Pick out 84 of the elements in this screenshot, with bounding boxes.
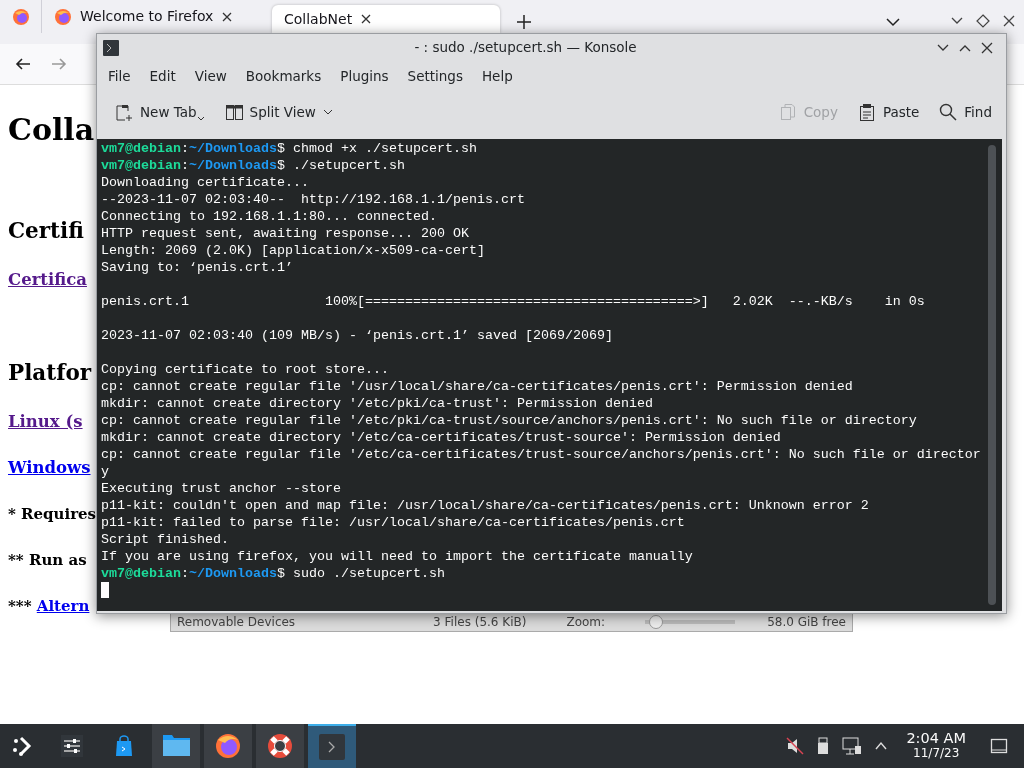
terminal-line: vm7@debian:~/Downloads$ chmod +x ./setupcert.sh xyxy=(101,140,478,158)
terminal-line: --2023-11-07 02:03:40-- http://192.168.1.1/penis.crt xyxy=(101,191,526,209)
terminal-icon xyxy=(319,734,345,760)
section-heading: Certifi xyxy=(8,217,84,245)
menu-item[interactable]: Edit xyxy=(140,64,186,89)
terminal-line: Copying certificate to root store... xyxy=(101,361,390,379)
page-heading: Colla xyxy=(8,111,95,149)
terminal-icon xyxy=(103,39,119,56)
clipboard-icon xyxy=(857,102,877,122)
zoom-label: Zoom: xyxy=(566,615,606,629)
firefox-icon xyxy=(214,732,242,760)
browser-tab[interactable]: CollabNet xyxy=(272,5,500,33)
taskbar-button[interactable] xyxy=(256,724,304,768)
lifebuoy-icon xyxy=(266,732,294,760)
terminal-line: vm7@debian:~/Downloads$ sudo ./setupcert.sh xyxy=(101,565,446,583)
alternate-link[interactable]: Altern xyxy=(36,597,90,615)
terminal-line: penis.crt.1 100%[=========================================>] 2.02K --.-KB/s in 0s xyxy=(101,293,926,311)
search-icon xyxy=(939,102,959,122)
download-link[interactable]: Windows xyxy=(8,458,91,477)
footnote-marker: *** xyxy=(8,597,32,615)
toolbar-button[interactable]: New Tab xyxy=(109,98,211,127)
terminal-area[interactable] xyxy=(97,139,1002,611)
menu-item[interactable]: Bookmarks xyxy=(236,64,332,89)
settings-icon xyxy=(61,735,83,757)
download-link[interactable]: Certifica xyxy=(8,270,87,289)
terminal-line: Downloading certificate... xyxy=(101,174,310,192)
window-title: - : sudo ./setupcert.sh — Konsole xyxy=(413,38,638,58)
firefox-icon xyxy=(11,7,30,26)
terminal-line: HTTP request sent, awaiting response... 200 OK xyxy=(101,225,470,243)
terminal-line: p11-kit: failed to parse file: /usr/local/share/ca-certificates/penis.crt xyxy=(101,514,686,532)
menu-item[interactable]: Plugins xyxy=(331,64,399,89)
network-icon[interactable] xyxy=(842,737,863,755)
muted-speaker-icon[interactable] xyxy=(786,737,805,755)
free-space: 58.0 GiB free xyxy=(767,615,846,629)
taskbar-button[interactable] xyxy=(204,724,252,768)
new-tab-icon xyxy=(115,102,134,122)
terminal-line: 2023-11-07 02:03:40 (109 MB/s) - ‘penis.crt.1’ saved [2069/2069] xyxy=(101,327,614,345)
menu-item[interactable]: Settings xyxy=(398,64,473,89)
close-icon[interactable] xyxy=(360,13,373,25)
launcher-icon xyxy=(11,735,33,757)
terminal-line: If you are using firefox, you will need to import the certificate manually xyxy=(101,548,694,566)
menu-item[interactable]: File xyxy=(99,64,141,89)
show-desktop-icon[interactable] xyxy=(990,737,1008,755)
footnote: ** Run as xyxy=(8,550,87,571)
menu-item[interactable]: View xyxy=(185,64,237,89)
text-cursor xyxy=(101,582,109,599)
terminal-line: y xyxy=(101,463,110,481)
maximize-icon[interactable] xyxy=(976,14,990,28)
toolbar-button[interactable]: Paste xyxy=(851,98,926,127)
toolbar-button[interactable]: Find xyxy=(933,98,998,127)
clock-time[interactable]: 2:04 AM xyxy=(906,731,966,746)
terminal-line: Script finished. xyxy=(101,531,230,549)
download-link[interactable]: Linux (s xyxy=(8,412,83,431)
toolbar-button[interactable]: Split View xyxy=(218,98,340,127)
terminal-line: cp: cannot create regular file '/etc/ca-certificates/trust-source/anchors/penis.crt': No such file or director xyxy=(101,446,982,464)
usb-drive-icon[interactable] xyxy=(816,737,831,755)
terminal-line: p11-kit: couldn't open and map file: /usr/local/share/ca-certificates/penis.crt: Unknown error 2 xyxy=(101,497,870,515)
close-icon[interactable] xyxy=(980,40,994,55)
terminal-line: mkdir: cannot create directory '/etc/pki/ca-trust': Permission denied xyxy=(101,395,654,413)
terminal-line: Length: 2069 (2.0K) [application/x-x509-ca-cert] xyxy=(101,242,486,260)
close-icon[interactable] xyxy=(1002,14,1016,28)
menu-item[interactable]: Help xyxy=(472,64,523,89)
new-tab-icon[interactable] xyxy=(516,14,532,30)
location-label: Removable Devices xyxy=(177,615,296,629)
copy-icon xyxy=(778,102,798,122)
terminal-line: Executing trust anchor --store xyxy=(101,480,342,498)
terminal-line: vm7@debian:~/Downloads$ ./setupcert.sh xyxy=(101,157,406,175)
terminal-line: cp: cannot create regular file '/usr/local/share/ca-certificates/penis.crt': Permission denied xyxy=(101,378,854,396)
clock-date[interactable]: 11/7/23 xyxy=(913,746,960,761)
section-heading: Platfor xyxy=(8,359,92,387)
slider-thumb[interactable] xyxy=(648,615,663,629)
terminal-line: Saving to: ‘penis.crt.1’ xyxy=(101,259,294,277)
file-count: 3 Files (5.6 KiB) xyxy=(433,615,527,629)
footnote: * Requires xyxy=(8,504,97,525)
caret-icon xyxy=(196,116,205,123)
terminal-line: mkdir: cannot create directory '/etc/ca-certificates/trust-source': Permission denied xyxy=(101,429,782,447)
split-view-icon xyxy=(224,102,244,122)
terminal-line: cp: cannot create regular file '/etc/pki/ca-trust/source/anchors/penis.crt': No such file or directory xyxy=(101,412,918,430)
shopping-bag-icon xyxy=(113,735,135,757)
scrollbar[interactable] xyxy=(988,145,996,605)
browser-tab[interactable]: Welcome to Firefox xyxy=(42,0,270,33)
firefox-icon xyxy=(54,7,72,26)
close-icon[interactable] xyxy=(221,10,234,23)
terminal-line: Connecting to 192.168.1.1:80... connected. xyxy=(101,208,438,226)
